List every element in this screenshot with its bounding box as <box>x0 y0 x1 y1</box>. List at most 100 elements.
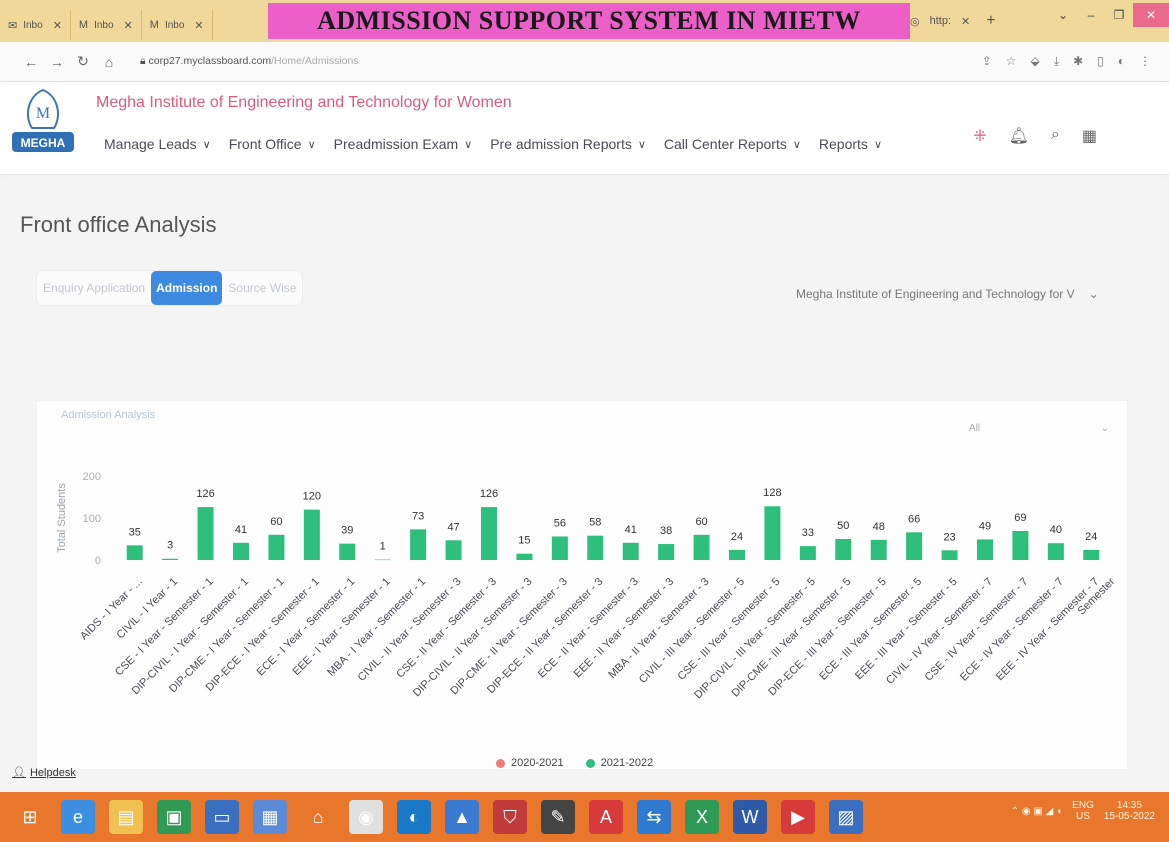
chrome-icon[interactable]: ◉ <box>349 800 383 834</box>
close-icon[interactable]: ✕ <box>961 15 970 28</box>
chart-bar[interactable] <box>339 543 356 560</box>
menu-pre-admission-reports[interactable]: Pre admission Reports ∨ <box>490 136 646 152</box>
chart-bar[interactable] <box>445 540 462 560</box>
browser-tab[interactable]: M Inbo ✕ <box>71 10 142 40</box>
download-icon[interactable]: ⤓ <box>1054 54 1059 69</box>
legend-item[interactable]: 2020-2021 <box>496 757 564 769</box>
menu-front-office[interactable]: Front Office ∨ <box>229 136 316 152</box>
windows-start-icon[interactable]: ⊞ <box>13 800 47 834</box>
bar-value-label: 66 <box>908 513 920 525</box>
helpdesk-link[interactable]: 👤︎ Helpdesk <box>12 766 76 780</box>
chart-bar[interactable] <box>516 553 533 560</box>
chart-bar[interactable] <box>126 545 143 560</box>
legend-item[interactable]: 2021-2022 <box>585 757 653 769</box>
bar-value-label: 3 <box>167 540 173 552</box>
tray-icons[interactable]: ⌃ ◉ ▣ ◢ ◖ <box>1011 806 1062 817</box>
home-icon[interactable]: ⌂ <box>301 800 335 834</box>
close-icon[interactable]: ✕ <box>124 19 133 32</box>
media-icon[interactable]: ▶ <box>781 800 815 834</box>
share-icon[interactable]: ⇪ <box>982 54 992 69</box>
acrobat-icon[interactable]: A <box>589 800 623 834</box>
menu-call-center-reports[interactable]: Call Center Reports ∨ <box>664 136 801 152</box>
chart-bar[interactable] <box>303 509 320 560</box>
chart-bar[interactable] <box>162 558 179 560</box>
forward-icon[interactable]: → <box>44 54 70 70</box>
close-icon[interactable]: ✕ <box>53 19 62 32</box>
chart-bar[interactable] <box>233 542 249 560</box>
bar-value-label: 40 <box>1050 524 1062 536</box>
drive-icon[interactable]: ▲ <box>445 800 479 834</box>
excel-icon[interactable]: X <box>685 800 719 834</box>
chart-bar[interactable] <box>551 536 568 560</box>
calendar-icon[interactable]: ▦ <box>253 800 287 834</box>
photo-icon[interactable]: ▨ <box>829 800 863 834</box>
tab-admission[interactable]: Admission <box>151 271 223 305</box>
desktop-icon[interactable]: ▭ <box>205 800 239 834</box>
chart-bar[interactable] <box>410 529 427 560</box>
address-bar: ← → ↻ ⌂ 🔒︎ corp27.myclassboard.com/Home/… <box>0 42 1169 82</box>
institute-select[interactable]: Megha Institute of Engineering and Techn… <box>796 287 1099 301</box>
chart-bar[interactable] <box>799 546 816 560</box>
window-close-icon[interactable]: ✕ <box>1133 3 1169 27</box>
chart-bar[interactable] <box>1083 549 1100 560</box>
new-tab-button[interactable]: + <box>986 12 995 30</box>
reload-icon[interactable]: ↻ <box>70 53 96 70</box>
clock[interactable]: 14:35 15-05-2022 <box>1104 800 1155 822</box>
grid-icon[interactable]: ▦ <box>1082 126 1097 146</box>
institute-logo[interactable]: M MEGHA <box>10 86 76 160</box>
language-indicator[interactable]: ENG US <box>1072 800 1094 822</box>
tool-icon[interactable]: ✎ <box>541 800 575 834</box>
browser-tab[interactable]: ✉ Inbo ✕ <box>0 10 71 40</box>
switch-icon[interactable]: ⇆ <box>637 800 671 834</box>
chart-bar[interactable] <box>622 542 639 560</box>
sidebar-icon[interactable]: ▯ <box>1097 54 1104 69</box>
search-icon[interactable]: ⌕ <box>1051 126 1060 146</box>
bar-value-label: 60 <box>270 516 282 528</box>
menu-preadmission-exam[interactable]: Preadmission Exam ∨ <box>334 136 473 152</box>
menu-reports[interactable]: Reports ∨ <box>819 136 882 152</box>
home-icon[interactable]: ⌂ <box>96 54 122 70</box>
kebab-menu-icon[interactable]: ⋮ <box>1139 54 1151 69</box>
chart-bar[interactable] <box>835 539 852 560</box>
tab-enquiry-application[interactable]: Enquiry Application <box>37 270 151 306</box>
back-icon[interactable]: ← <box>18 54 44 70</box>
chart-bar[interactable] <box>481 507 497 560</box>
chart-bar[interactable] <box>1047 543 1064 560</box>
chart-bar[interactable] <box>374 559 391 561</box>
y-axis-label: Total Students <box>56 483 68 553</box>
chart-bar[interactable] <box>1012 531 1029 560</box>
chart-bar[interactable] <box>197 507 214 560</box>
chart-bar[interactable] <box>658 544 675 560</box>
shield-icon[interactable]: ⛉ <box>493 800 527 834</box>
chart-bar[interactable] <box>870 539 887 560</box>
chart-bar[interactable] <box>941 550 958 560</box>
extension-icon[interactable]: ⬙ <box>1031 54 1040 69</box>
profile-icon[interactable]: ◐ <box>1118 54 1125 69</box>
chart-bar[interactable] <box>764 506 781 560</box>
bell-icon[interactable]: 🔔︎ <box>1009 126 1029 146</box>
word-icon[interactable]: W <box>733 800 767 834</box>
minimize-icon[interactable]: – <box>1077 8 1105 22</box>
chart-bar[interactable] <box>977 539 993 560</box>
chart-bar[interactable] <box>268 534 285 560</box>
puzzle-icon[interactable]: ✱ <box>1073 54 1083 69</box>
chart-bar[interactable] <box>587 535 604 560</box>
chart-bar[interactable] <box>693 534 710 560</box>
apps-color-icon[interactable]: ⁜ <box>973 126 986 146</box>
ie-icon[interactable]: e <box>61 800 95 834</box>
menu-manage-leads[interactable]: Manage Leads ∨ <box>104 136 211 152</box>
browser-tab-label[interactable]: http: <box>930 15 951 27</box>
edge-icon[interactable]: ◐ <box>397 800 431 834</box>
star-icon[interactable]: ☆ <box>1006 54 1017 69</box>
maximize-icon[interactable]: ❐ <box>1105 8 1133 22</box>
app-icon[interactable]: ▣ <box>157 800 191 834</box>
chart-bar[interactable] <box>906 532 923 560</box>
close-icon[interactable]: ✕ <box>194 19 203 32</box>
chevron-down-icon[interactable]: ⌄ <box>1049 8 1077 22</box>
y-tick-label: 100 <box>83 513 101 525</box>
tab-source-wise[interactable]: Source Wise <box>222 270 302 306</box>
folder-icon[interactable]: ▤ <box>109 800 143 834</box>
url-field[interactable]: 🔒︎ corp27.myclassboard.com/Home/Admissio… <box>140 55 359 68</box>
browser-tab[interactable]: M Inbo ✕ <box>142 10 213 40</box>
chart-bar[interactable] <box>729 549 745 560</box>
